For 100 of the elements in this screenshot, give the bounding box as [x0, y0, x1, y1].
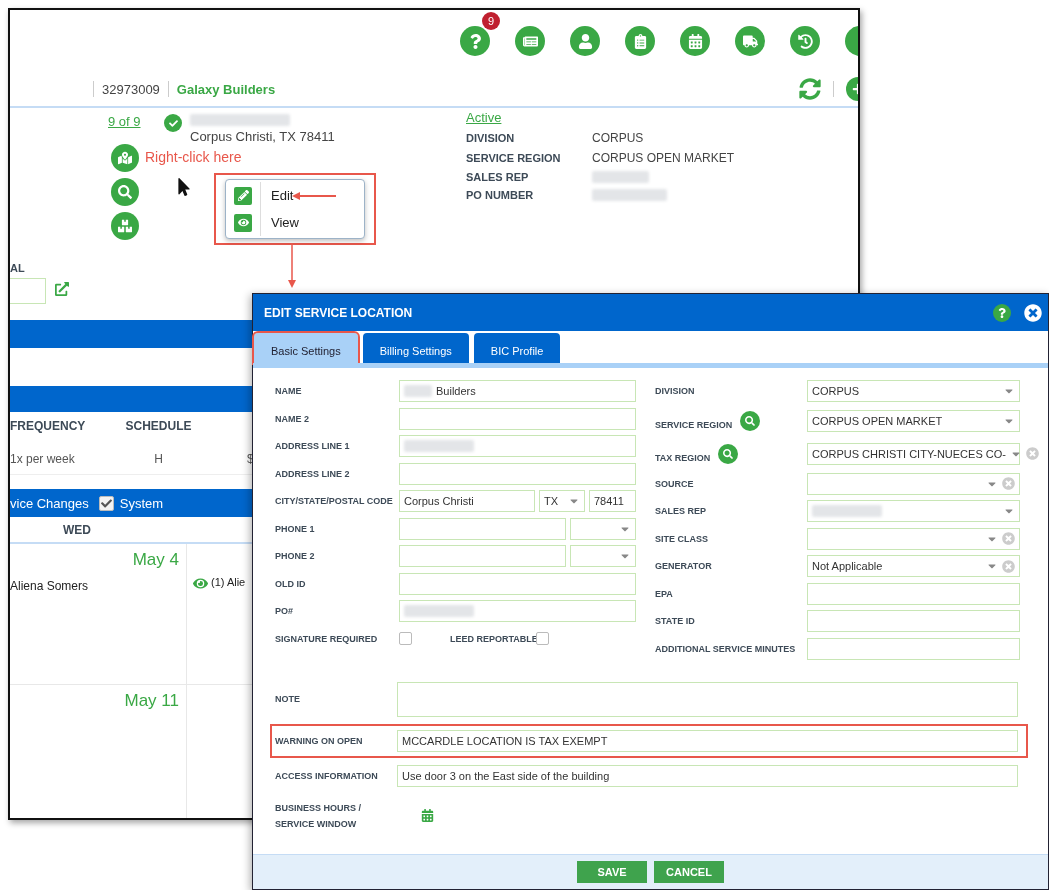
- dropdown-field[interactable]: [807, 500, 1020, 522]
- field-label: SOURCE: [655, 478, 694, 489]
- dropdown-field[interactable]: [807, 527, 1020, 550]
- refresh-icon[interactable]: [799, 78, 821, 100]
- account-name: Galaxy Builders: [176, 81, 276, 97]
- field-label: ACCESS INFORMATION: [275, 769, 379, 783]
- checkbox-label: LEED REPORTABLE: [450, 633, 536, 644]
- clear-icon[interactable]: [1002, 559, 1015, 573]
- dropdown-field[interactable]: TX: [539, 490, 585, 512]
- address-text: Corpus Christi, TX 78411: [190, 129, 335, 144]
- notification-badge: 9: [482, 12, 500, 30]
- table-cell: 1x per week: [10, 452, 75, 466]
- dropdown-field[interactable]: [807, 472, 1020, 495]
- checklist-icon[interactable]: [625, 26, 655, 56]
- field-label: EPA: [655, 588, 673, 599]
- field-label: ADDRESS LINE 2: [275, 468, 351, 479]
- input-field[interactable]: [399, 435, 636, 457]
- menu-item[interactable]: Edit: [226, 182, 364, 209]
- clear-icon[interactable]: [1002, 532, 1015, 545]
- calendar-entry: Aliena Somers: [10, 579, 90, 593]
- field-label: NAME 2: [275, 413, 310, 424]
- search-icon[interactable]: [718, 443, 739, 464]
- pencil-icon: [234, 186, 252, 205]
- detail-value: CORPUS: [592, 131, 645, 145]
- input-field[interactable]: [807, 610, 1020, 632]
- map-icon[interactable]: [111, 144, 139, 172]
- dropdown-field[interactable]: [570, 517, 636, 540]
- external-link-icon[interactable]: [55, 282, 69, 296]
- eye-icon: [193, 576, 208, 591]
- dropdown-field[interactable]: CORPUS OPEN MARKET: [807, 410, 1020, 432]
- clear-icon[interactable]: [1025, 447, 1039, 460]
- detail-label: SALES REP: [466, 171, 530, 183]
- checkbox-label: System: [119, 495, 164, 511]
- field-label: WARNING ON OPEN: [275, 734, 364, 748]
- tab[interactable]: Basic Settings: [254, 333, 358, 363]
- help-icon[interactable]: [993, 303, 1011, 322]
- field-label: SITE CLASS: [655, 533, 708, 544]
- person-icon[interactable]: [570, 26, 600, 56]
- field-label: PHONE 2: [275, 551, 316, 561]
- field-label: STATE ID: [655, 616, 695, 626]
- calendar-icon[interactable]: [680, 26, 710, 56]
- input-field[interactable]: Builders: [399, 380, 636, 402]
- calendar-entry: (1) Alie: [211, 576, 246, 588]
- input-field[interactable]: Use door 3 on the East side of the building: [397, 764, 1018, 787]
- detail-value: CORPUS OPEN MARKET: [592, 151, 735, 165]
- dropdown-field[interactable]: Not Applicable: [807, 555, 1020, 577]
- search-icon[interactable]: [740, 411, 761, 431]
- field-label: PHONE 1: [275, 523, 316, 534]
- input-field[interactable]: Corpus Christi: [399, 490, 535, 512]
- search-icon[interactable]: [111, 178, 139, 206]
- column-header: FREQUENCY: [10, 419, 86, 433]
- menu-item[interactable]: View: [226, 209, 364, 236]
- field-label: CITY/STATE/POSTAL CODE: [275, 496, 394, 506]
- field-label: SERVICE REGION: [655, 420, 733, 430]
- column-header: WED: [63, 522, 91, 537]
- checkbox-label: SIGNATURE REQUIRED: [275, 633, 379, 644]
- clear-icon[interactable]: [1002, 477, 1015, 490]
- input-field[interactable]: [399, 407, 636, 430]
- eye-icon: [234, 213, 252, 232]
- field-label: ADDRESS LINE 1: [275, 441, 351, 451]
- text-area[interactable]: [397, 681, 1018, 717]
- dropdown-field[interactable]: CORPUS: [807, 380, 1020, 402]
- field-label: TAX REGION: [655, 452, 711, 463]
- input-field[interactable]: 78411: [589, 490, 636, 512]
- field-label: BUSINESS HOURS / SERVICE WINDOW: [275, 801, 362, 831]
- input-field[interactable]: [399, 545, 566, 567]
- field-label: NAME: [275, 386, 303, 396]
- truck-icon[interactable]: [735, 26, 765, 56]
- calendar-date: May 11: [123, 691, 180, 711]
- dropdown-field[interactable]: [570, 545, 636, 567]
- field-label: ADDITIONAL SERVICE MINUTES: [655, 643, 796, 654]
- input-field[interactable]: [807, 582, 1020, 605]
- field-label: NOTE: [275, 693, 301, 706]
- tab[interactable]: Billing Settings: [362, 333, 469, 363]
- input-field[interactable]: [399, 600, 636, 622]
- table-cell: H: [154, 452, 163, 466]
- clock-icon[interactable]: [790, 26, 820, 56]
- input-field[interactable]: [399, 517, 566, 540]
- field-label: GENERATOR: [655, 561, 712, 571]
- field-label: PO#: [275, 606, 294, 616]
- help-icon[interactable]: [460, 26, 490, 56]
- field-label: SALES REP: [655, 506, 706, 516]
- close-button[interactable]: [1024, 303, 1042, 322]
- input-field[interactable]: [399, 572, 636, 595]
- input-field[interactable]: [10, 278, 46, 304]
- checkbox[interactable]: [98, 495, 114, 511]
- input-field[interactable]: [399, 462, 636, 485]
- checkbox[interactable]: [399, 632, 412, 645]
- arrow: [292, 191, 336, 201]
- input-field[interactable]: [807, 637, 1020, 660]
- boxes-icon[interactable]: [111, 212, 139, 240]
- calendar-date: May 4: [131, 550, 180, 570]
- field-label: OLD ID: [275, 578, 307, 589]
- input-field[interactable]: MCCARDLE LOCATION IS TAX EXEMPT: [397, 729, 1018, 752]
- detail-label: DIVISION: [466, 132, 516, 144]
- checkbox[interactable]: [536, 632, 549, 645]
- filter-label: vice Changes: [10, 495, 89, 511]
- check-icon: [164, 114, 182, 132]
- document-icon[interactable]: [515, 26, 545, 56]
- tab[interactable]: BIC Profile: [473, 333, 561, 363]
